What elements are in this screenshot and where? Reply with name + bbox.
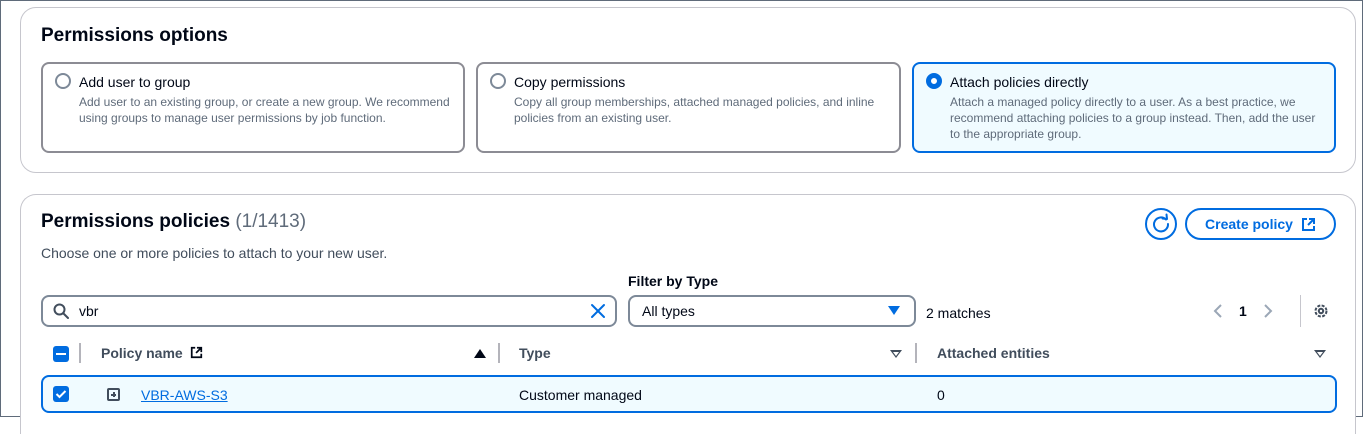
policy-type: Customer managed: [519, 387, 642, 403]
page-number[interactable]: 1: [1239, 303, 1247, 319]
radio-copy-permissions[interactable]: [490, 73, 506, 89]
caret-down-icon: [888, 306, 900, 315]
filter-type-select[interactable]: All types: [628, 295, 916, 327]
external-link-icon: [190, 346, 202, 359]
option-label: Copy permissions: [514, 74, 626, 90]
column-separator[interactable]: [915, 343, 917, 363]
option-label: Add user to group: [79, 74, 191, 90]
search-icon: [53, 303, 69, 319]
pagination: 1: [1213, 299, 1273, 323]
refresh-icon: [1153, 213, 1170, 233]
clear-search-icon[interactable]: [589, 302, 607, 320]
column-header-attached-entities[interactable]: Attached entities: [937, 345, 1050, 361]
pager-divider: [1300, 295, 1301, 327]
radio-attach-policies-directly[interactable]: [926, 73, 942, 89]
sort-ascending-icon[interactable]: [474, 349, 486, 358]
column-separator: [79, 343, 81, 363]
column-header-policy-name[interactable]: Policy name: [101, 345, 203, 361]
option-label: Attach policies directly: [950, 74, 1089, 90]
option-description: Copy all group memberships, attached man…: [514, 95, 875, 125]
column-header-type[interactable]: Type: [519, 345, 551, 361]
sort-icon[interactable]: [1314, 350, 1326, 358]
policies-title-text: Permissions policies: [41, 211, 231, 232]
gear-icon[interactable]: [1312, 302, 1330, 320]
option-attach-policies-directly[interactable]: Attach policies directly Attach a manage…: [912, 62, 1336, 153]
sort-icon[interactable]: [890, 350, 902, 358]
attached-entities-count: 0: [937, 387, 945, 403]
refresh-button[interactable]: [1145, 208, 1177, 240]
filter-by-type-label: Filter by Type: [628, 273, 718, 289]
option-description: Add user to an existing group, or create…: [79, 95, 450, 125]
chevron-left-icon[interactable]: [1213, 304, 1223, 318]
policy-name-header-label: Policy name: [101, 345, 183, 361]
expand-row-icon[interactable]: [107, 388, 120, 401]
radio-add-user-to-group[interactable]: [55, 73, 71, 89]
search-value: vbr: [79, 303, 99, 319]
permissions-policies-title: Permissions policies (1/1413): [41, 211, 306, 233]
permissions-policies-panel: Permissions policies (1/1413) Choose one…: [20, 194, 1356, 434]
option-description: Attach a managed policy directly to a us…: [950, 95, 1316, 141]
chevron-right-icon[interactable]: [1263, 304, 1273, 318]
option-add-user-to-group[interactable]: Add user to group Add user to an existin…: [41, 62, 465, 153]
checkmark-icon: [55, 390, 67, 399]
external-link-icon: [1301, 217, 1315, 231]
select-all-checkbox[interactable]: [53, 346, 69, 362]
policy-search-input[interactable]: vbr: [41, 295, 617, 327]
policies-count: (1/1413): [235, 211, 307, 232]
option-copy-permissions[interactable]: Copy permissions Copy all group membersh…: [476, 62, 901, 153]
permissions-options-title: Permissions options: [41, 25, 228, 46]
policy-name-link[interactable]: VBR-AWS-S3: [141, 387, 228, 403]
row-checkbox[interactable]: [53, 386, 69, 402]
policies-subtitle: Choose one or more policies to attach to…: [41, 245, 388, 261]
permissions-options-panel: Permissions options Add user to group Ad…: [20, 7, 1356, 173]
column-separator[interactable]: [498, 343, 500, 363]
create-policy-label: Create policy: [1205, 216, 1293, 232]
matches-count: 2 matches: [926, 305, 991, 321]
table-row[interactable]: VBR-AWS-S3 Customer managed 0: [41, 375, 1337, 413]
filter-type-value: All types: [642, 303, 695, 319]
create-policy-button[interactable]: Create policy: [1185, 208, 1336, 240]
